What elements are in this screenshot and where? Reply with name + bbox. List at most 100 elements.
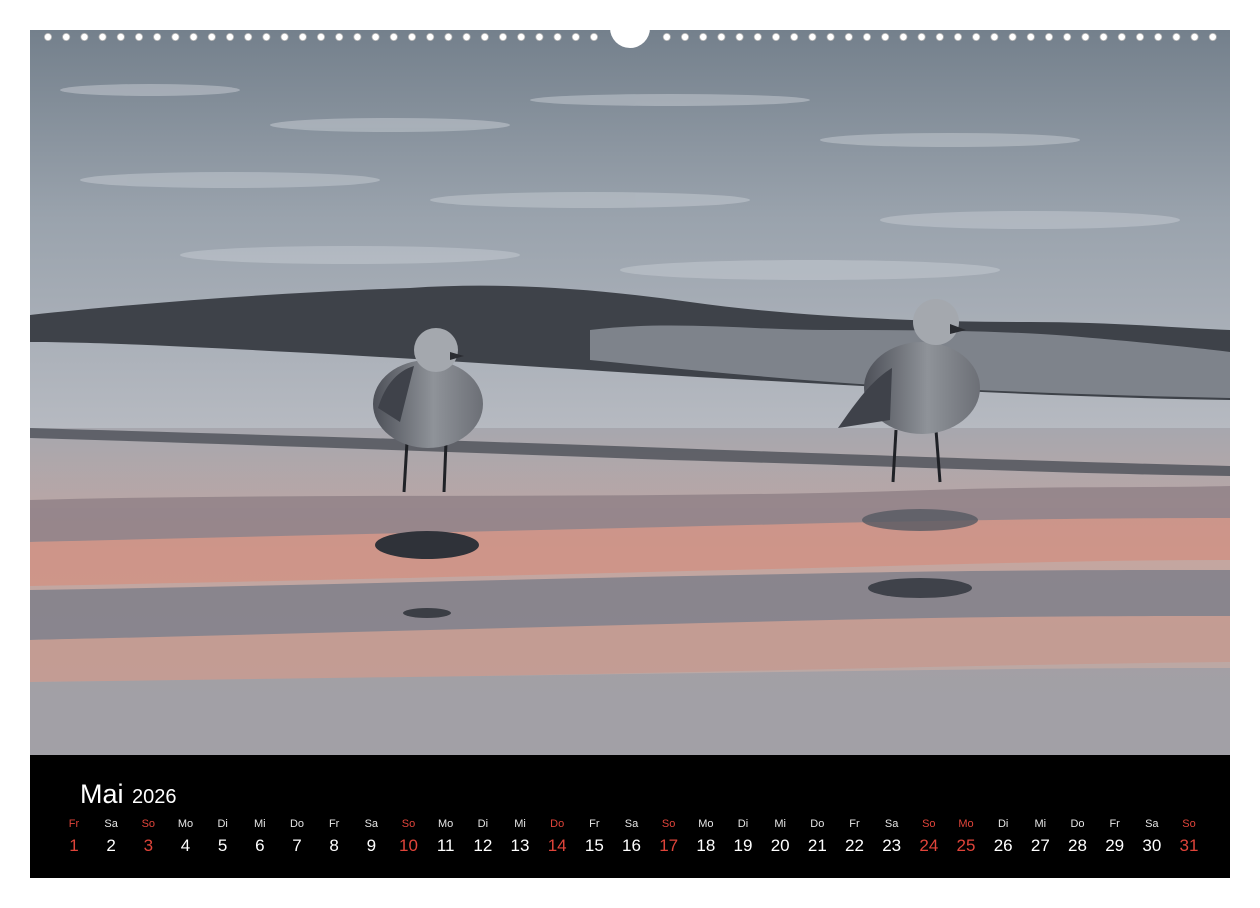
weekday-label: So bbox=[141, 818, 156, 830]
day-number: 24 bbox=[919, 836, 939, 855]
day-number: 15 bbox=[584, 836, 604, 855]
weekday-label: Fr bbox=[849, 818, 860, 830]
calendar-day: So 31 bbox=[1171, 817, 1207, 856]
calendar-day: So 24 bbox=[911, 817, 947, 856]
day-number: 3 bbox=[143, 836, 154, 855]
day-number: 12 bbox=[473, 836, 493, 855]
day-number: 5 bbox=[217, 836, 228, 855]
day-number: 28 bbox=[1068, 836, 1087, 855]
day-number: 27 bbox=[1030, 836, 1050, 855]
weekday-label: Do bbox=[289, 818, 305, 830]
weekday-label: Mo bbox=[438, 818, 454, 830]
day-number: 8 bbox=[329, 836, 339, 855]
weekday-label: Do bbox=[1070, 818, 1085, 830]
day-number: 4 bbox=[180, 836, 191, 855]
weekday-label: Fr bbox=[589, 818, 600, 830]
weekday-label: Sa bbox=[1145, 818, 1159, 830]
calendar-day: Mo 4 bbox=[168, 817, 204, 856]
weekday-label: Fr bbox=[328, 818, 340, 830]
day-number: 13 bbox=[510, 836, 530, 855]
day-number: 19 bbox=[733, 836, 753, 855]
spiral-binding bbox=[30, 28, 1230, 48]
calendar-day: Mi 20 bbox=[762, 817, 798, 856]
weekday-label: Sa bbox=[624, 818, 639, 830]
day-number: 16 bbox=[622, 836, 641, 855]
day-number: 23 bbox=[882, 836, 902, 855]
day-number: 9 bbox=[366, 836, 377, 855]
day-number: 22 bbox=[845, 836, 864, 855]
weekday-label: Di bbox=[737, 818, 749, 830]
calendar-day: Do 28 bbox=[1060, 817, 1096, 856]
day-number: 1 bbox=[69, 836, 79, 855]
day-number: 18 bbox=[696, 836, 716, 855]
calendar-day: Do 21 bbox=[799, 817, 835, 856]
seagulls-beach-photo bbox=[30, 30, 1230, 755]
calendar-day: Di 12 bbox=[465, 817, 501, 856]
day-number: 2 bbox=[106, 836, 116, 855]
month-title: Mai 2026 bbox=[80, 779, 176, 810]
calendar-day: So 3 bbox=[130, 817, 166, 856]
weekday-label: So bbox=[1182, 818, 1196, 830]
weekday-label: Mi bbox=[514, 818, 526, 830]
weekday-label: Mi bbox=[774, 818, 786, 830]
calendar-day: Mo 25 bbox=[948, 817, 984, 856]
weekday-label: Di bbox=[997, 818, 1009, 830]
calendar-day: Sa 23 bbox=[874, 817, 910, 856]
calendar-day: Do 14 bbox=[539, 817, 575, 856]
calendar-day: Fr 1 bbox=[56, 817, 92, 856]
calendar-day: Di 5 bbox=[205, 817, 241, 856]
day-number: 10 bbox=[399, 836, 418, 855]
day-number: 17 bbox=[659, 836, 679, 855]
weekday-label: Sa bbox=[364, 818, 379, 830]
calendar-day: Do 7 bbox=[279, 817, 315, 856]
calendar-day: So 10 bbox=[391, 817, 427, 856]
calendar-day: Di 26 bbox=[985, 817, 1021, 856]
day-number: 30 bbox=[1142, 836, 1162, 855]
calendar-day: Mo 18 bbox=[688, 817, 724, 856]
day-number: 7 bbox=[292, 836, 302, 855]
day-number: 29 bbox=[1105, 836, 1125, 855]
calendar-strip: Mai 2026 Fr 1 Sa 2 So 3 Mo 4 Di 5 Mi 6 Do 7 Fr 8 Sa 9 So 10… bbox=[30, 755, 1230, 878]
weekday-label: Sa bbox=[104, 818, 118, 830]
weekday-label: Mi bbox=[1034, 818, 1047, 830]
day-number: 26 bbox=[993, 836, 1013, 855]
day-number: 20 bbox=[770, 836, 790, 855]
weekday-label: Di bbox=[477, 818, 489, 830]
day-number: 14 bbox=[547, 836, 567, 855]
calendar-day: Fr 22 bbox=[837, 817, 873, 856]
weekday-label: Mi bbox=[254, 818, 266, 830]
calendar-day: Mo 11 bbox=[428, 817, 464, 856]
weekday-label: Fr bbox=[68, 818, 80, 830]
weekday-label: So bbox=[661, 818, 676, 830]
hanger-notch bbox=[610, 28, 650, 48]
day-row: Fr 1 Sa 2 So 3 Mo 4 Di 5 Mi 6 Do 7 Fr 8 Sa 9 So 10 Mo 11 Di 12 M… bbox=[69, 817, 1199, 867]
month-year: 2026 bbox=[131, 786, 177, 808]
calendar-day: Mi 13 bbox=[502, 817, 538, 856]
day-number: 6 bbox=[255, 836, 265, 855]
day-number: 25 bbox=[956, 836, 976, 855]
weekday-label: Mo bbox=[177, 818, 194, 830]
calendar-day: Sa 30 bbox=[1134, 817, 1170, 856]
calendar-day: Fr 15 bbox=[576, 817, 612, 856]
weekday-label: So bbox=[922, 818, 936, 830]
calendar-day: Fr 8 bbox=[316, 817, 352, 856]
weekday-label: Do bbox=[810, 818, 825, 830]
day-number: 31 bbox=[1179, 836, 1199, 855]
day-number: 11 bbox=[436, 836, 455, 855]
calendar-day: Di 19 bbox=[725, 817, 761, 856]
weekday-label: So bbox=[401, 818, 416, 830]
calendar-day: Fr 29 bbox=[1097, 817, 1133, 856]
weekday-label: Mo bbox=[958, 818, 974, 830]
calendar-day: Mi 27 bbox=[1022, 817, 1058, 856]
weekday-label: Sa bbox=[884, 818, 899, 830]
calendar-day: Mi 6 bbox=[242, 817, 278, 856]
weekday-label: Fr bbox=[1109, 818, 1120, 830]
weekday-label: Do bbox=[550, 818, 565, 830]
weekday-label: Di bbox=[217, 818, 228, 830]
calendar-day: Sa 9 bbox=[353, 817, 389, 856]
calendar-day: Sa 2 bbox=[93, 817, 129, 856]
calendar-day: So 17 bbox=[651, 817, 687, 856]
weekday-label: Mo bbox=[698, 818, 714, 830]
day-number: 21 bbox=[807, 836, 827, 855]
calendar-day: Sa 16 bbox=[614, 817, 650, 856]
